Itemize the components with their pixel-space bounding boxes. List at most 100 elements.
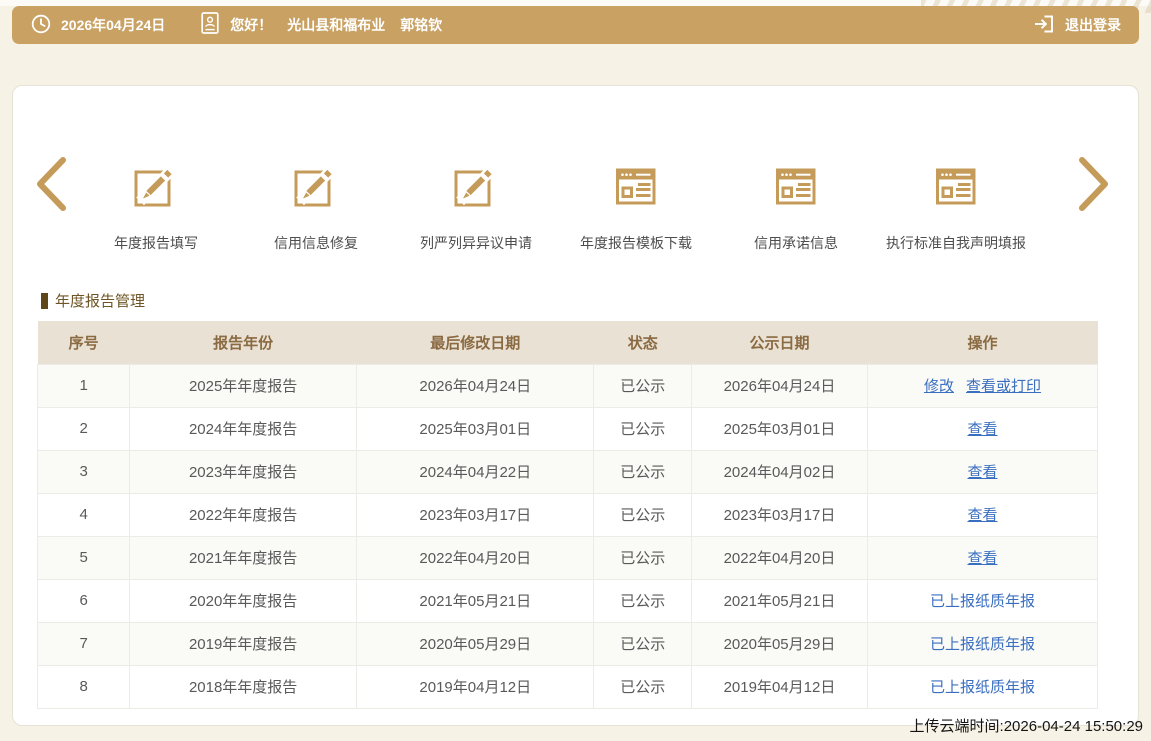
cell-modified-date: 2022年04月20日 — [357, 536, 594, 579]
annual-report-table: 序号 报告年份 最后修改日期 状态 公示日期 操作 12025年年度报告2026… — [37, 321, 1098, 709]
cell-publish-date: 2022年04月20日 — [692, 536, 868, 579]
cell-report-year: 2020年年度报告 — [130, 579, 357, 622]
cell-publish-date: 2024年04月02日 — [692, 450, 868, 493]
cell-actions: 修改查看或打印 — [867, 364, 1097, 407]
cell-publish-date: 2023年03月17日 — [692, 493, 868, 536]
carousel-next-button[interactable] — [1070, 155, 1116, 213]
logout-button[interactable]: 退出登录 — [1032, 12, 1121, 39]
cell-modified-date: 2026年04月24日 — [357, 364, 594, 407]
action-text: 已上报纸质年报 — [930, 636, 1035, 653]
cell-status: 已公示 — [594, 364, 692, 407]
cell-actions: 查看 — [867, 450, 1097, 493]
col-header-actions: 操作 — [867, 321, 1097, 364]
current-date: 2026年04月24日 — [61, 15, 165, 35]
col-header-index: 序号 — [38, 321, 130, 364]
table-row: 52021年年度报告2022年04月20日已公示2022年04月20日查看 — [38, 536, 1098, 579]
carousel-item-credit-info-repair[interactable]: 信用信息修复 — [236, 161, 396, 253]
logout-label: 退出登录 — [1065, 15, 1121, 35]
col-header-year: 报告年份 — [130, 321, 357, 364]
report-icon — [772, 161, 820, 209]
cell-status: 已公示 — [594, 493, 692, 536]
edit-icon — [452, 161, 500, 209]
carousel-item-label: 年度报告模板下载 — [580, 233, 692, 253]
report-table-body: 12025年年度报告2026年04月24日已公示2026年04月24日修改查看或… — [38, 364, 1098, 708]
cell-report-year: 2021年年度报告 — [130, 536, 357, 579]
report-icon — [932, 161, 980, 209]
carousel-item-annual-report-template-download[interactable]: 年度报告模板下载 — [556, 161, 716, 253]
cell-modified-date: 2025年03月01日 — [357, 407, 594, 450]
cell-actions: 已上报纸质年报 — [867, 579, 1097, 622]
carousel-item-label: 信用承诺信息 — [754, 233, 838, 253]
action-link[interactable]: 查看 — [967, 421, 997, 438]
user-name: 郭铭钦 — [400, 15, 442, 35]
chevron-right-icon — [1070, 200, 1116, 217]
cell-status: 已公示 — [594, 450, 692, 493]
carousel-item-credit-commitment-info[interactable]: 信用承诺信息 — [716, 161, 876, 253]
cell-actions: 已上报纸质年报 — [867, 622, 1097, 665]
id-card-icon — [199, 11, 221, 39]
edit-icon — [132, 161, 180, 209]
cell-publish-date: 2019年04月12日 — [692, 665, 868, 708]
table-row: 62020年年度报告2021年05月21日已公示2021年05月21日已上报纸质… — [38, 579, 1098, 622]
cell-actions: 查看 — [867, 407, 1097, 450]
action-text: 已上报纸质年报 — [930, 593, 1035, 610]
table-row: 22024年年度报告2025年03月01日已公示2025年03月01日查看 — [38, 407, 1098, 450]
table-header: 序号 报告年份 最后修改日期 状态 公示日期 操作 — [38, 321, 1098, 364]
clock-icon — [30, 13, 52, 38]
carousel-item-standard-self-declaration[interactable]: 执行标准自我声明填报 — [876, 161, 1036, 253]
table-row: 42022年年度报告2023年03月17日已公示2023年03月17日查看 — [38, 493, 1098, 536]
carousel-item-label: 年度报告填写 — [114, 233, 198, 253]
cell-actions: 已上报纸质年报 — [867, 665, 1097, 708]
col-header-status: 状态 — [594, 321, 692, 364]
action-link[interactable]: 查看 — [967, 550, 997, 567]
greeting-text: 您好！ — [230, 15, 272, 35]
upload-time-text: 上传云端时间:2026-04-24 15:50:29 — [910, 715, 1143, 736]
cell-publish-date: 2020年05月29日 — [692, 622, 868, 665]
cell-report-year: 2024年年度报告 — [130, 407, 357, 450]
action-link[interactable]: 查看 — [967, 507, 997, 524]
edit-icon — [292, 161, 340, 209]
cell-report-year: 2025年年度报告 — [130, 364, 357, 407]
cell-status: 已公示 — [594, 579, 692, 622]
date-group: 2026年04月24日 — [30, 13, 165, 38]
cell-index: 6 — [38, 579, 130, 622]
cell-modified-date: 2021年05月21日 — [357, 579, 594, 622]
action-link[interactable]: 查看或打印 — [966, 378, 1041, 395]
carousel-item-abnormal-list-objection[interactable]: 列严列异异议申请 — [396, 161, 556, 253]
section-bullet-icon — [41, 293, 48, 309]
cell-index: 3 — [38, 450, 130, 493]
cell-status: 已公示 — [594, 407, 692, 450]
action-link[interactable]: 查看 — [967, 464, 997, 481]
cell-index: 4 — [38, 493, 130, 536]
carousel-item-annual-report-fill[interactable]: 年度报告填写 — [76, 161, 236, 253]
table-row: 82018年年度报告2019年04月12日已公示2019年04月12日已上报纸质… — [38, 665, 1098, 708]
chevron-left-icon — [29, 200, 75, 217]
cell-status: 已公示 — [594, 622, 692, 665]
carousel-prev-button[interactable] — [29, 155, 75, 213]
cell-modified-date: 2019年04月12日 — [357, 665, 594, 708]
cell-index: 2 — [38, 407, 130, 450]
action-link[interactable]: 修改 — [924, 378, 954, 395]
table-row: 72019年年度报告2020年05月29日已公示2020年05月29日已上报纸质… — [38, 622, 1098, 665]
section-title-text: 年度报告管理 — [55, 290, 145, 311]
user-group: 您好！ 光山县和福布业 郭铭钦 — [199, 11, 442, 39]
cell-publish-date: 2025年03月01日 — [692, 407, 868, 450]
col-header-modified: 最后修改日期 — [357, 321, 594, 364]
shortcut-carousel: 年度报告填写 信用信息修复 — [76, 161, 1036, 253]
cell-modified-date: 2023年03月17日 — [357, 493, 594, 536]
cell-status: 已公示 — [594, 665, 692, 708]
cell-index: 5 — [38, 536, 130, 579]
cell-modified-date: 2020年05月29日 — [357, 622, 594, 665]
cell-actions: 查看 — [867, 536, 1097, 579]
carousel-item-label: 执行标准自我声明填报 — [886, 233, 1026, 253]
cell-index: 1 — [38, 364, 130, 407]
section-title: 年度报告管理 — [41, 290, 145, 311]
table-row: 12025年年度报告2026年04月24日已公示2026年04月24日修改查看或… — [38, 364, 1098, 407]
main-card: 年度报告填写 信用信息修复 — [12, 85, 1139, 726]
action-text: 已上报纸质年报 — [930, 679, 1035, 696]
report-icon — [612, 161, 660, 209]
carousel-item-label: 列严列异异议申请 — [420, 233, 532, 253]
cell-report-year: 2023年年度报告 — [130, 450, 357, 493]
company-name: 光山县和福布业 — [287, 15, 385, 35]
cell-publish-date: 2021年05月21日 — [692, 579, 868, 622]
